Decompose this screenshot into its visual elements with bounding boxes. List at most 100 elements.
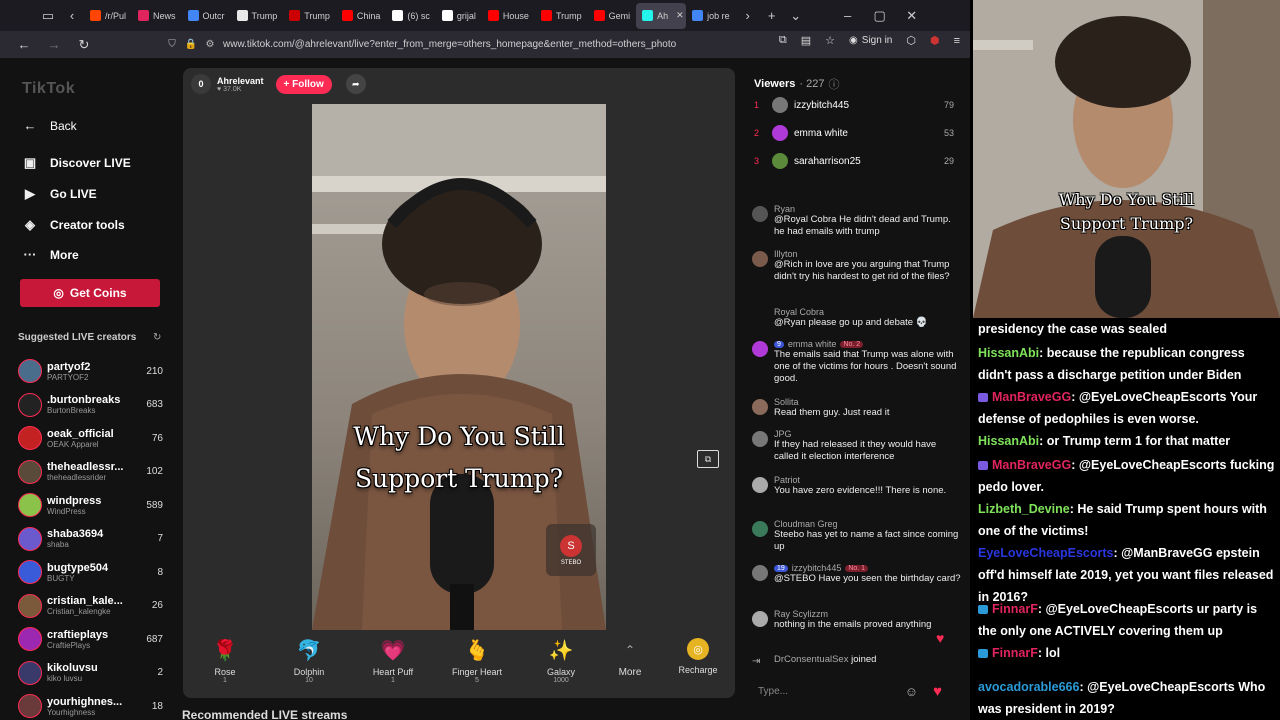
suggested-creator[interactable]: kikoluvsu kiko luvsu 2: [18, 658, 168, 688]
tab-favicon-icon: [138, 10, 150, 21]
new-tab-icon[interactable]: +: [760, 4, 784, 28]
refresh-icon[interactable]: ↻: [153, 332, 161, 343]
ublock-icon[interactable]: ⬢: [930, 34, 940, 47]
tab-scroll-right-icon[interactable]: ›: [736, 4, 760, 28]
lock-icon[interactable]: 🔒: [185, 39, 197, 51]
comment-username[interactable]: Patriot: [774, 475, 800, 485]
gift-item[interactable]: 🌹 Rose 1: [195, 638, 255, 685]
tab-overview-icon[interactable]: ▭: [36, 4, 60, 28]
comment-input[interactable]: Type... ☺ ♥: [748, 679, 958, 703]
comment-username[interactable]: izzybitch445: [792, 563, 842, 573]
pip-icon[interactable]: ⧉: [779, 34, 787, 47]
sign-in-button[interactable]: ◉ Sign in: [849, 35, 892, 46]
browser-tab[interactable]: Gemi: [588, 3, 637, 29]
browser-tab[interactable]: job re: [686, 3, 736, 29]
browser-tab[interactable]: Outcr: [182, 3, 231, 29]
commenter-avatar[interactable]: [752, 399, 768, 415]
suggested-creator[interactable]: cristian_kale... Cristian_kalengke 26: [18, 591, 168, 621]
suggested-creator[interactable]: windpress WindPress 589: [18, 490, 168, 520]
close-tab-icon[interactable]: ✕: [676, 10, 684, 21]
more-link[interactable]: ··· More: [22, 247, 79, 262]
creator-tools-link[interactable]: ◈ Creator tools: [22, 217, 125, 233]
comment-username[interactable]: Cloudman Greg: [774, 519, 838, 529]
get-coins-button[interactable]: ◎ Get Coins: [20, 279, 160, 307]
browser-tab[interactable]: News: [132, 3, 182, 29]
browser-tab[interactable]: Trump: [231, 3, 284, 29]
top-viewer-row[interactable]: 2 emma white 53: [754, 123, 960, 143]
comment-username[interactable]: Royal Cobra: [774, 307, 824, 317]
gift-item[interactable]: 💗 Heart Puff 1: [363, 638, 423, 685]
browser-tab[interactable]: Ah ✕: [636, 2, 687, 29]
picture-in-picture-icon[interactable]: ⧉: [697, 450, 719, 468]
live-video[interactable]: Why Do You Still Support Trump? S STEBO: [312, 104, 606, 630]
comment-username[interactable]: JPG: [774, 429, 792, 439]
recharge-button[interactable]: ◎ Recharge: [668, 638, 728, 675]
extensions-icon[interactable]: ⬡: [906, 34, 916, 47]
more-gifts-button[interactable]: ⌃ More: [600, 638, 660, 678]
close-window-icon[interactable]: ✕: [900, 4, 924, 28]
tab-scroll-left-icon[interactable]: ‹: [60, 4, 84, 28]
browser-tab[interactable]: Trump: [535, 3, 588, 29]
browser-tab[interactable]: China: [336, 3, 387, 29]
commenter-avatar[interactable]: [752, 565, 768, 581]
gift-item[interactable]: 🐬 Dolphin 10: [279, 638, 339, 685]
suggested-creator[interactable]: bugtype504 BUGTY 8: [18, 557, 168, 587]
menu-icon[interactable]: ≡: [954, 35, 960, 47]
shield-icon[interactable]: ⛉: [166, 39, 178, 51]
gift-notification[interactable]: S STEBO: [546, 524, 596, 576]
forward-icon[interactable]: →: [42, 33, 66, 57]
tab-list-icon[interactable]: ⌄: [784, 4, 808, 28]
comment-username[interactable]: Ryan: [774, 204, 795, 214]
commenter-avatar[interactable]: [752, 206, 768, 222]
suggested-creator[interactable]: theheadlessr... theheadlessrider 102: [18, 457, 168, 487]
discover-live-link[interactable]: ▣ Discover LIVE: [22, 155, 131, 171]
bookmark-star-icon[interactable]: ☆: [825, 34, 835, 47]
share-icon[interactable]: ➦: [345, 74, 366, 94]
emoji-icon[interactable]: ☺: [905, 684, 918, 699]
suggested-creator[interactable]: shaba3694 shaba 7: [18, 524, 168, 554]
commenter-avatar[interactable]: [752, 309, 768, 325]
comment-username[interactable]: Sollita: [774, 397, 799, 407]
browser-tab[interactable]: Trump: [283, 3, 336, 29]
like-heart-icon[interactable]: ♥: [933, 683, 942, 700]
browser-tab[interactable]: (6) sc: [386, 3, 436, 29]
browser-tab[interactable]: grijal: [436, 3, 482, 29]
commenter-avatar[interactable]: [752, 611, 768, 627]
suggested-creator[interactable]: craftieplays CraftiePlays 687: [18, 624, 168, 654]
suggested-creator[interactable]: .burtonbreaks BurtonBreaks 683: [18, 390, 168, 420]
url-text[interactable]: www.tiktok.com/@ahrelevant/live?enter_fr…: [223, 39, 676, 50]
creator-avatar: [18, 359, 42, 383]
tiktok-logo[interactable]: TikTok: [22, 80, 75, 98]
gift-item[interactable]: ✨ Galaxy 1000: [531, 638, 591, 685]
host-name[interactable]: Ahrelevant: [217, 76, 264, 86]
top-viewer-row[interactable]: 1 izzybitch445 79: [754, 95, 960, 115]
gift-item[interactable]: 🫰 Finger Heart 5: [447, 638, 507, 685]
reload-icon[interactable]: ↻: [72, 33, 96, 57]
suggested-creator[interactable]: partyof2 PARTYOF2 210: [18, 356, 168, 386]
host-avatar[interactable]: 0: [191, 74, 211, 94]
info-icon[interactable]: ⓘ: [828, 76, 839, 92]
url-bar[interactable]: ⛉ 🔒 ⚙ www.tiktok.com/@ahrelevant/live?en…: [166, 34, 756, 56]
permissions-icon[interactable]: ⚙: [204, 39, 216, 51]
top-viewer-row[interactable]: 3 saraharrison25 29: [754, 151, 960, 171]
suggested-creator[interactable]: oeak_official OEAK Apparel 76: [18, 423, 168, 453]
commenter-avatar[interactable]: [752, 341, 768, 357]
follow-button[interactable]: + Follow: [275, 74, 332, 94]
back-link[interactable]: ← Back: [22, 118, 77, 133]
comment-username[interactable]: Illyton: [774, 249, 798, 259]
comment-username[interactable]: emma white: [788, 339, 837, 349]
commenter-avatar[interactable]: [752, 251, 768, 267]
minimize-icon[interactable]: –: [836, 4, 860, 28]
commenter-avatar[interactable]: [752, 431, 768, 447]
comment-username[interactable]: Ray Scylizzm: [774, 609, 828, 619]
maximize-icon[interactable]: ▢: [868, 4, 892, 28]
suggested-creator[interactable]: yourhighnes... Yourhighness 18: [18, 691, 168, 720]
joined-user[interactable]: DrConsentualSex: [774, 654, 848, 665]
commenter-avatar[interactable]: [752, 477, 768, 493]
browser-tab[interactable]: House: [482, 3, 535, 29]
back-icon[interactable]: ←: [12, 33, 36, 57]
commenter-avatar[interactable]: [752, 521, 768, 537]
reader-icon[interactable]: ▤: [801, 34, 811, 47]
go-live-link[interactable]: ▶ Go LIVE: [22, 186, 97, 202]
browser-tab[interactable]: /r/Pul: [84, 3, 132, 29]
